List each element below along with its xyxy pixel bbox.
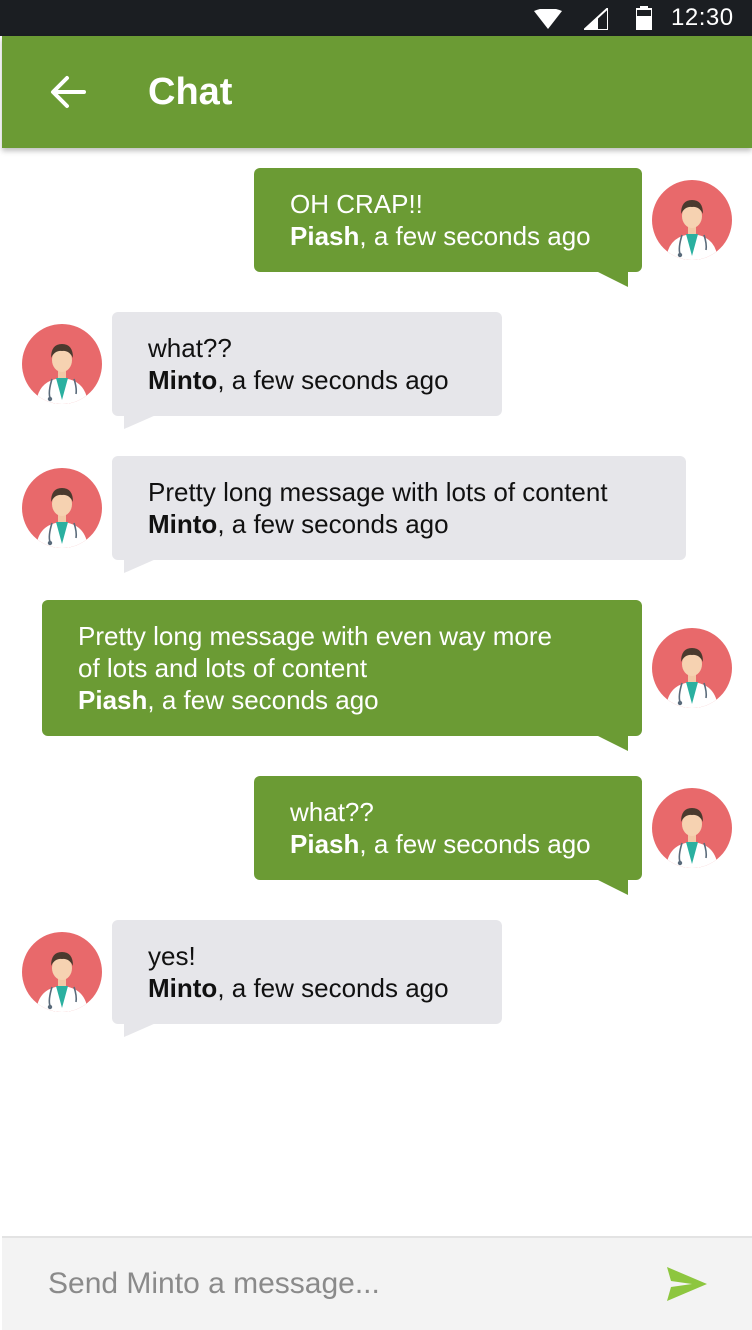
bubble-tail xyxy=(124,559,156,573)
wifi-icon xyxy=(534,9,562,29)
sent-message-bubble[interactable]: Pretty long message with even way more of… xyxy=(42,600,642,736)
message-meta: Minto, a few seconds ago xyxy=(148,972,466,1004)
message-text: Pretty long message with even way more xyxy=(78,621,552,651)
bubble-tail xyxy=(596,879,628,895)
app-bar: Chat xyxy=(2,36,752,148)
sent-message-bubble[interactable]: OH CRAP!! Piash, a few seconds ago xyxy=(254,168,642,272)
message-text: yes! xyxy=(148,941,196,971)
sender-name: Minto xyxy=(148,973,218,1003)
sender-name: Minto xyxy=(148,365,218,395)
cell-signal-icon xyxy=(584,8,608,30)
message-list[interactable]: OH CRAP!! Piash, a few seconds ago what?? M… xyxy=(2,148,752,1236)
received-message-bubble[interactable]: what?? Minto, a few seconds ago xyxy=(112,312,502,416)
message-meta: Minto, a few seconds ago xyxy=(148,364,466,396)
message-text: what?? xyxy=(148,333,232,363)
avatar[interactable] xyxy=(652,180,732,260)
page-title: Chat xyxy=(148,71,233,113)
message-text: what?? xyxy=(290,797,374,827)
battery-icon xyxy=(636,6,652,30)
message-timestamp: , a few seconds ago xyxy=(359,221,591,251)
message-meta: Piash, a few seconds ago xyxy=(78,684,606,716)
sender-name: Piash xyxy=(290,829,360,859)
message-text: Pretty long message with lots of content xyxy=(148,477,608,507)
message-timestamp: , a few seconds ago xyxy=(217,973,449,1003)
sender-name: Piash xyxy=(78,685,148,715)
received-message-bubble[interactable]: yes! Minto, a few seconds ago xyxy=(112,920,502,1024)
message-meta: Piash, a few seconds ago xyxy=(290,828,606,860)
bubble-tail xyxy=(596,735,628,751)
message-input[interactable] xyxy=(48,1262,628,1306)
composer xyxy=(2,1236,752,1330)
avatar[interactable] xyxy=(652,788,732,868)
avatar[interactable] xyxy=(22,932,102,1012)
bubble-tail xyxy=(596,271,628,287)
send-icon[interactable] xyxy=(666,1266,708,1302)
message-text: of lots and lots of content xyxy=(78,653,368,683)
message-timestamp: , a few seconds ago xyxy=(359,829,591,859)
message-meta: Minto, a few seconds ago xyxy=(148,508,650,540)
status-time: 12:30 xyxy=(671,4,734,31)
bubble-tail xyxy=(124,1023,156,1037)
bubble-tail xyxy=(124,415,156,429)
message-timestamp: , a few seconds ago xyxy=(217,365,449,395)
avatar[interactable] xyxy=(22,324,102,404)
message-timestamp: , a few seconds ago xyxy=(147,685,379,715)
sender-name: Piash xyxy=(290,221,360,251)
sender-name: Minto xyxy=(148,509,218,539)
avatar[interactable] xyxy=(22,468,102,548)
avatar[interactable] xyxy=(652,628,732,708)
back-button[interactable] xyxy=(50,75,86,109)
message-meta: Piash, a few seconds ago xyxy=(290,220,606,252)
message-text: OH CRAP!! xyxy=(290,189,423,219)
status-bar: 12:30 xyxy=(0,0,752,36)
received-message-bubble[interactable]: Pretty long message with lots of content… xyxy=(112,456,686,560)
sent-message-bubble[interactable]: what?? Piash, a few seconds ago xyxy=(254,776,642,880)
message-timestamp: , a few seconds ago xyxy=(217,509,449,539)
